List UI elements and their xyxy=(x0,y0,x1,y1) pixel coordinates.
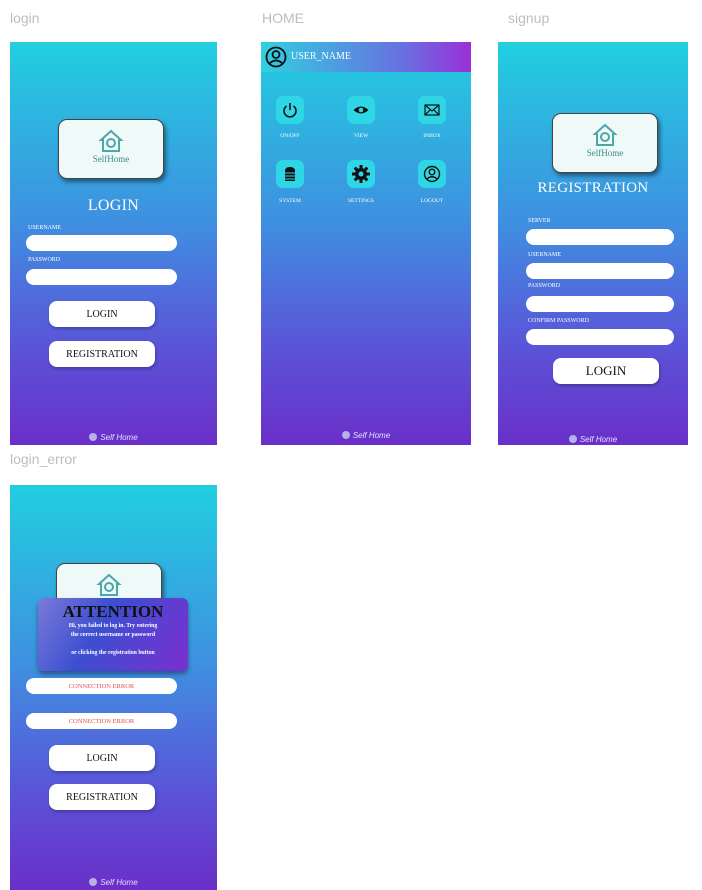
footer: Self Home xyxy=(498,435,688,444)
login-title: LOGIN xyxy=(87,197,140,214)
login-button[interactable]: LOGIN xyxy=(49,301,155,327)
eye-icon xyxy=(353,106,369,114)
registration-button[interactable]: REGISTRATION xyxy=(49,341,155,367)
stack-icon xyxy=(285,167,295,181)
attention-message-line3: or clicking the registration button xyxy=(71,650,155,656)
attention-dialog: ATTENTION Hi, you failed to log in. Try … xyxy=(38,598,188,671)
footer-text: Self Home xyxy=(352,431,391,440)
footer: Self Home xyxy=(10,878,217,887)
attention-message-line2: the correct username or password xyxy=(70,632,156,638)
house-logo-icon xyxy=(98,129,124,152)
house-logo-icon xyxy=(96,573,122,596)
login-button[interactable]: LOGIN xyxy=(49,745,155,771)
connection-error-field[interactable]: CONNECTION ERROR xyxy=(26,678,177,694)
tile-on-off[interactable] xyxy=(276,96,304,124)
password-input[interactable] xyxy=(26,269,177,285)
power-icon xyxy=(283,103,297,118)
tile-view[interactable] xyxy=(347,96,375,124)
copyright-icon xyxy=(341,431,350,439)
footer-text: Self Home xyxy=(579,435,618,444)
tile-label-logout: LOGOUT xyxy=(420,198,444,204)
footer-text: Self Home xyxy=(100,878,138,887)
server-input[interactable] xyxy=(526,229,674,245)
frame-label-login: login xyxy=(10,10,40,26)
password-label: PASSWORD xyxy=(28,257,61,263)
logo-card: SelfHome xyxy=(552,113,658,173)
username-input[interactable] xyxy=(526,263,674,279)
confirm-password-input[interactable] xyxy=(526,329,674,345)
signup-screen: SelfHome REGISTRATION SERVER USERNAME PA… xyxy=(498,42,688,445)
login-screen: SelfHome LOGIN USERNAME PASSWORD LOGIN R… xyxy=(10,42,217,445)
logo-text: SelfHome xyxy=(586,148,624,158)
tile-label-inbox: INBOX xyxy=(423,133,441,139)
username-label: USERNAME xyxy=(28,225,62,231)
tile-settings[interactable] xyxy=(347,160,375,188)
logo-card: SelfHome xyxy=(58,119,164,179)
home-header: USER_NAME xyxy=(261,42,471,72)
server-label: SERVER xyxy=(528,218,551,224)
username-input[interactable] xyxy=(26,235,177,251)
connection-error-field[interactable]: CONNECTION ERROR xyxy=(26,713,177,729)
attention-message-line1: Hi, you failed to log in. Try entering xyxy=(68,623,158,629)
tile-inbox[interactable] xyxy=(418,96,446,124)
user-avatar-icon[interactable] xyxy=(265,46,287,68)
login-error-screen: ATTENTION Hi, you failed to log in. Try … xyxy=(10,485,217,890)
copyright-icon xyxy=(568,435,577,443)
copyright-icon xyxy=(89,878,98,886)
user-circle-icon xyxy=(423,165,441,183)
home-screen: USER_NAME ON/OFF VIEW INBOX SYSTEM SETTI… xyxy=(261,42,471,445)
tile-system[interactable] xyxy=(276,160,304,188)
frame-label-signup: signup xyxy=(508,10,550,26)
footer-text: Self Home xyxy=(100,433,138,442)
tile-logout[interactable] xyxy=(418,160,446,188)
tile-label-system: SYSTEM xyxy=(279,198,301,204)
username-label: USERNAME xyxy=(528,252,562,258)
confirm-password-label: CONFIRM PASSWORD xyxy=(528,318,589,324)
frame-label-login-error: login_error xyxy=(10,451,77,467)
user-name: USER_NAME xyxy=(291,51,352,62)
envelope-icon xyxy=(424,104,440,116)
tile-label-view: VIEW xyxy=(353,133,369,139)
footer: Self Home xyxy=(10,433,217,442)
login-button[interactable]: LOGIN xyxy=(553,358,659,384)
house-logo-icon xyxy=(592,123,618,146)
registration-title: REGISTRATION xyxy=(537,180,649,196)
tile-label-settings: SETTINGS xyxy=(348,198,374,204)
logo-text: SelfHome xyxy=(92,154,130,164)
footer: Self Home xyxy=(261,431,471,440)
frame-label-home: HOME xyxy=(262,10,304,26)
password-input[interactable] xyxy=(526,296,674,312)
gear-icon xyxy=(352,165,370,183)
tile-label-on-off: ON/OFF xyxy=(280,133,300,139)
attention-title: ATTENTION xyxy=(62,602,164,621)
password-label: PASSWORD xyxy=(528,283,561,289)
registration-button[interactable]: REGISTRATION xyxy=(49,784,155,810)
copyright-icon xyxy=(89,433,98,441)
